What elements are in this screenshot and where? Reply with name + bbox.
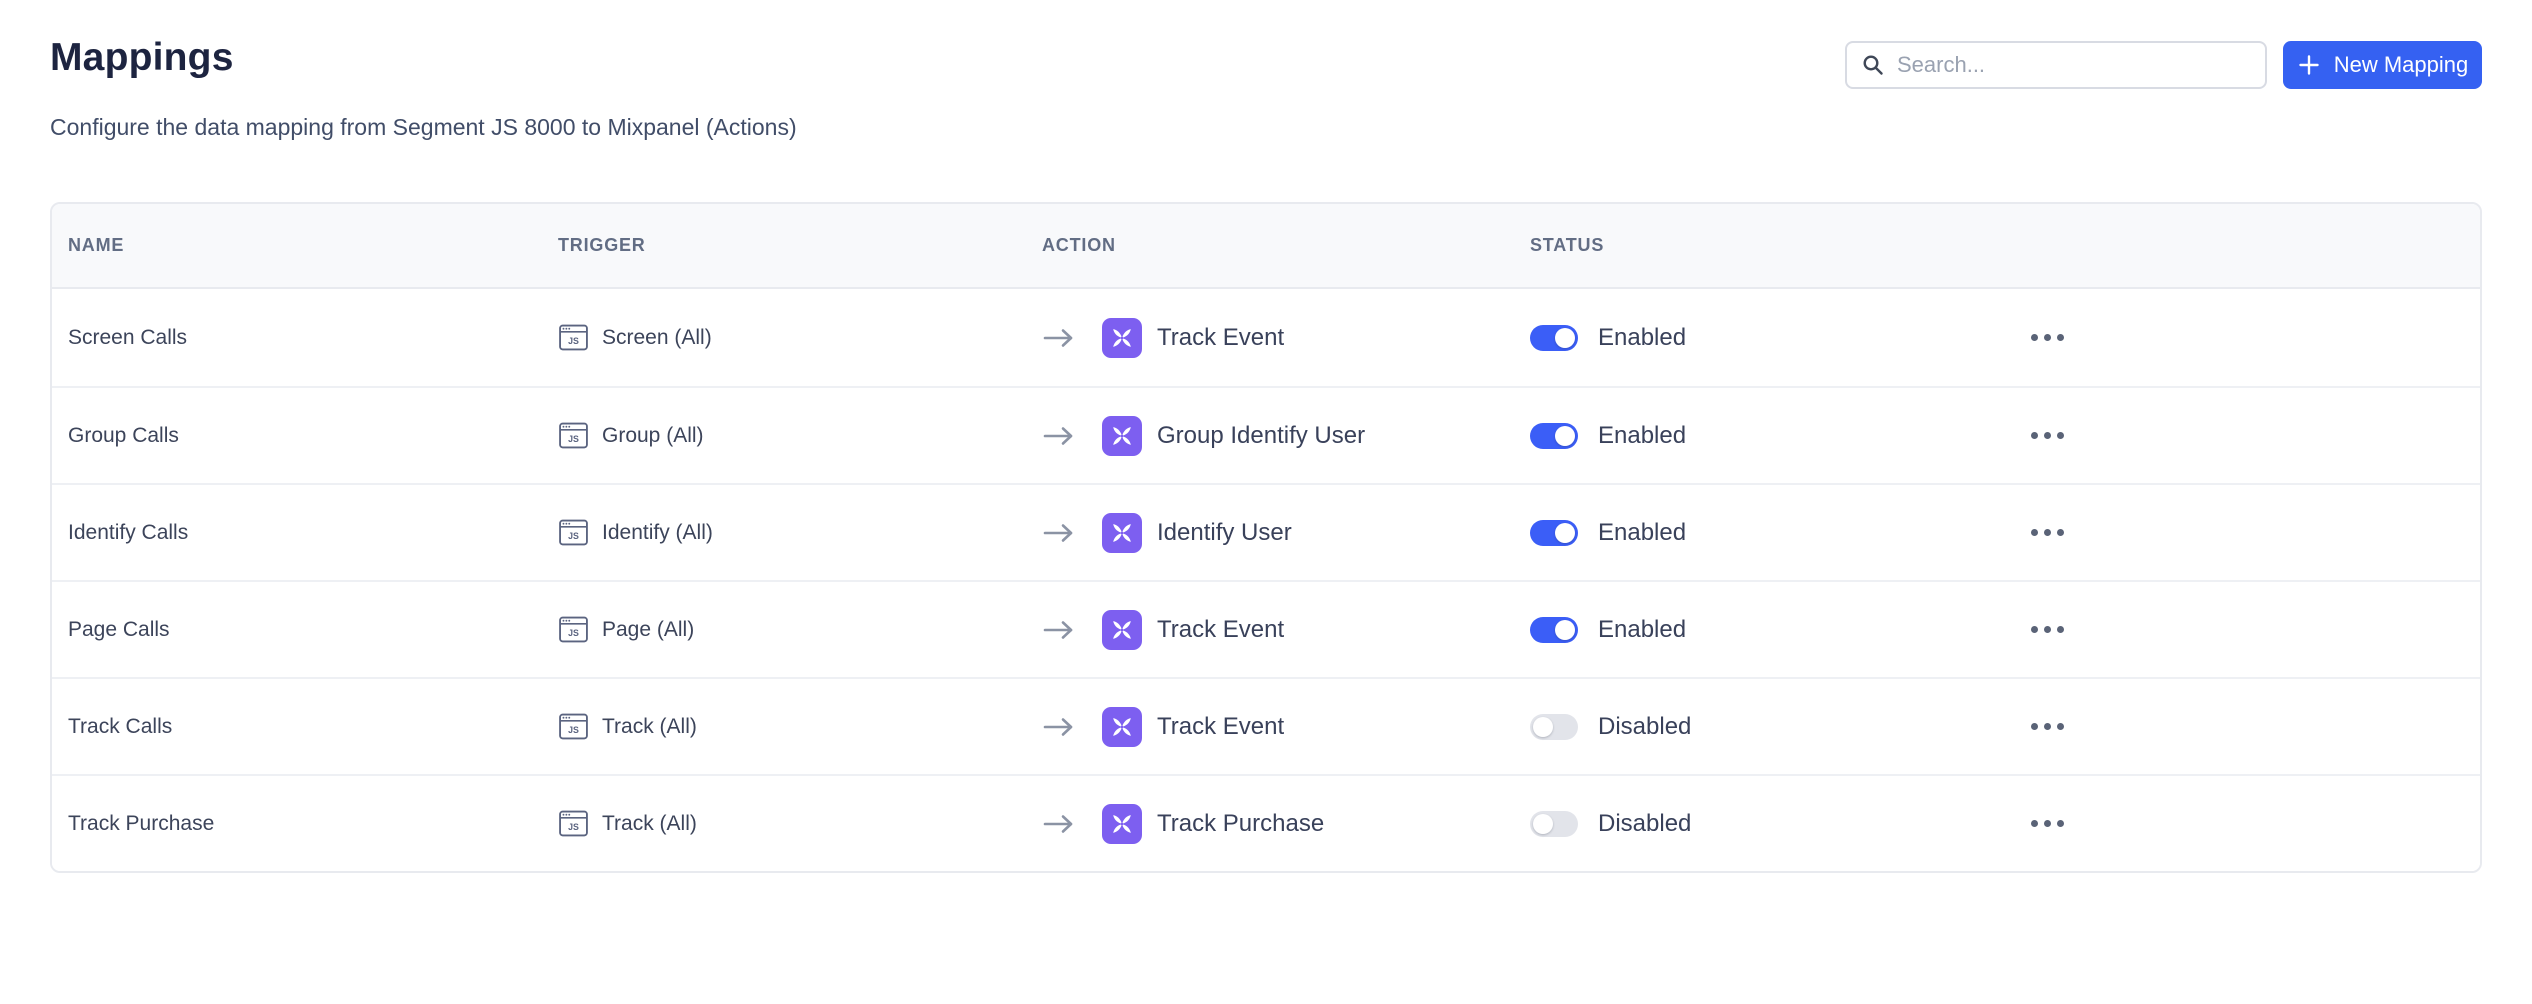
mapping-name: Group Calls bbox=[68, 424, 179, 448]
search-icon bbox=[1861, 53, 1885, 77]
search-input[interactable] bbox=[1897, 52, 2251, 78]
mixpanel-icon bbox=[1102, 513, 1142, 553]
page-subtitle: Configure the data mapping from Segment … bbox=[50, 114, 797, 141]
new-mapping-button[interactable]: New Mapping bbox=[2283, 41, 2482, 89]
status-toggle[interactable] bbox=[1530, 714, 1578, 740]
row-menu-button[interactable] bbox=[2025, 616, 2070, 643]
mixpanel-icon bbox=[1102, 804, 1142, 844]
table-body: Screen Calls JS Screen (All) bbox=[52, 289, 2480, 871]
svg-text:JS: JS bbox=[568, 434, 579, 444]
mapping-name: Track Purchase bbox=[68, 812, 214, 836]
mapping-trigger: Page (All) bbox=[602, 618, 694, 642]
status-label: Disabled bbox=[1598, 713, 1691, 741]
mapping-trigger: Track (All) bbox=[602, 715, 697, 739]
mixpanel-icon bbox=[1102, 610, 1142, 650]
svg-text:JS: JS bbox=[568, 531, 579, 541]
svg-text:JS: JS bbox=[568, 336, 579, 346]
plus-icon bbox=[2297, 53, 2321, 77]
js-source-icon: JS bbox=[558, 711, 589, 742]
mixpanel-icon bbox=[1102, 318, 1142, 358]
mapping-name: Identify Calls bbox=[68, 521, 188, 545]
ellipsis-icon bbox=[2031, 626, 2038, 633]
mapping-action: Identify User bbox=[1157, 519, 1292, 547]
arrow-right-icon bbox=[1042, 715, 1076, 739]
status-toggle[interactable] bbox=[1530, 325, 1578, 351]
mapping-action: Track Purchase bbox=[1157, 810, 1324, 838]
status-label: Enabled bbox=[1598, 324, 1686, 352]
row-menu-button[interactable] bbox=[2025, 713, 2070, 740]
mappings-table: NAME TRIGGER ACTION STATUS Screen Calls … bbox=[50, 202, 2482, 873]
table-row: Group Calls JS Group (All) bbox=[52, 386, 2480, 483]
mapping-trigger: Screen (All) bbox=[602, 326, 712, 350]
row-menu-button[interactable] bbox=[2025, 810, 2070, 837]
mapping-trigger: Track (All) bbox=[602, 812, 697, 836]
column-header-trigger: TRIGGER bbox=[554, 235, 1034, 256]
column-header-name: NAME bbox=[52, 235, 554, 256]
status-toggle[interactable] bbox=[1530, 811, 1578, 837]
table-row: Track Calls JS Track (All) bbox=[52, 677, 2480, 774]
mapping-action: Track Event bbox=[1157, 713, 1284, 741]
mapping-name: Track Calls bbox=[68, 715, 172, 739]
status-toggle[interactable] bbox=[1530, 520, 1578, 546]
arrow-right-icon bbox=[1042, 424, 1076, 448]
mapping-action: Track Event bbox=[1157, 616, 1284, 644]
arrow-right-icon bbox=[1042, 521, 1076, 545]
js-source-icon: JS bbox=[558, 322, 589, 353]
mapping-trigger: Identify (All) bbox=[602, 521, 713, 545]
js-source-icon: JS bbox=[558, 420, 589, 451]
mapping-name: Page Calls bbox=[68, 618, 170, 642]
status-label: Disabled bbox=[1598, 810, 1691, 838]
status-label: Enabled bbox=[1598, 422, 1686, 450]
ellipsis-icon bbox=[2031, 820, 2038, 827]
row-menu-button[interactable] bbox=[2025, 519, 2070, 546]
mapping-name: Screen Calls bbox=[68, 326, 187, 350]
page-title: Mappings bbox=[50, 36, 234, 80]
arrow-right-icon bbox=[1042, 618, 1076, 642]
arrow-right-icon bbox=[1042, 326, 1076, 350]
status-toggle[interactable] bbox=[1530, 617, 1578, 643]
js-source-icon: JS bbox=[558, 808, 589, 839]
mixpanel-icon bbox=[1102, 707, 1142, 747]
table-row: Track Purchase JS Track (All) bbox=[52, 774, 2480, 871]
js-source-icon: JS bbox=[558, 614, 589, 645]
mapping-trigger: Group (All) bbox=[602, 424, 704, 448]
js-source-icon: JS bbox=[558, 517, 589, 548]
column-header-action: ACTION bbox=[1034, 235, 1520, 256]
mixpanel-icon bbox=[1102, 416, 1142, 456]
ellipsis-icon bbox=[2031, 432, 2038, 439]
status-label: Enabled bbox=[1598, 519, 1686, 547]
table-row: Identify Calls JS Identify (All) bbox=[52, 483, 2480, 580]
status-toggle[interactable] bbox=[1530, 423, 1578, 449]
mapping-action: Group Identify User bbox=[1157, 422, 1365, 450]
table-header-row: NAME TRIGGER ACTION STATUS bbox=[52, 204, 2480, 289]
status-label: Enabled bbox=[1598, 616, 1686, 644]
mapping-action: Track Event bbox=[1157, 324, 1284, 352]
svg-text:JS: JS bbox=[568, 725, 579, 735]
ellipsis-icon bbox=[2031, 529, 2038, 536]
new-mapping-label: New Mapping bbox=[2334, 52, 2469, 78]
mappings-page: Mappings Configure the data mapping from… bbox=[0, 0, 2532, 1004]
ellipsis-icon bbox=[2031, 723, 2038, 730]
svg-text:JS: JS bbox=[568, 822, 579, 832]
row-menu-button[interactable] bbox=[2025, 422, 2070, 449]
column-header-status: STATUS bbox=[1520, 235, 1970, 256]
table-row: Screen Calls JS Screen (All) bbox=[52, 289, 2480, 386]
search-box[interactable] bbox=[1845, 41, 2267, 89]
row-menu-button[interactable] bbox=[2025, 324, 2070, 351]
table-row: Page Calls JS Page (All) bbox=[52, 580, 2480, 677]
ellipsis-icon bbox=[2031, 334, 2038, 341]
arrow-right-icon bbox=[1042, 812, 1076, 836]
svg-text:JS: JS bbox=[568, 628, 579, 638]
